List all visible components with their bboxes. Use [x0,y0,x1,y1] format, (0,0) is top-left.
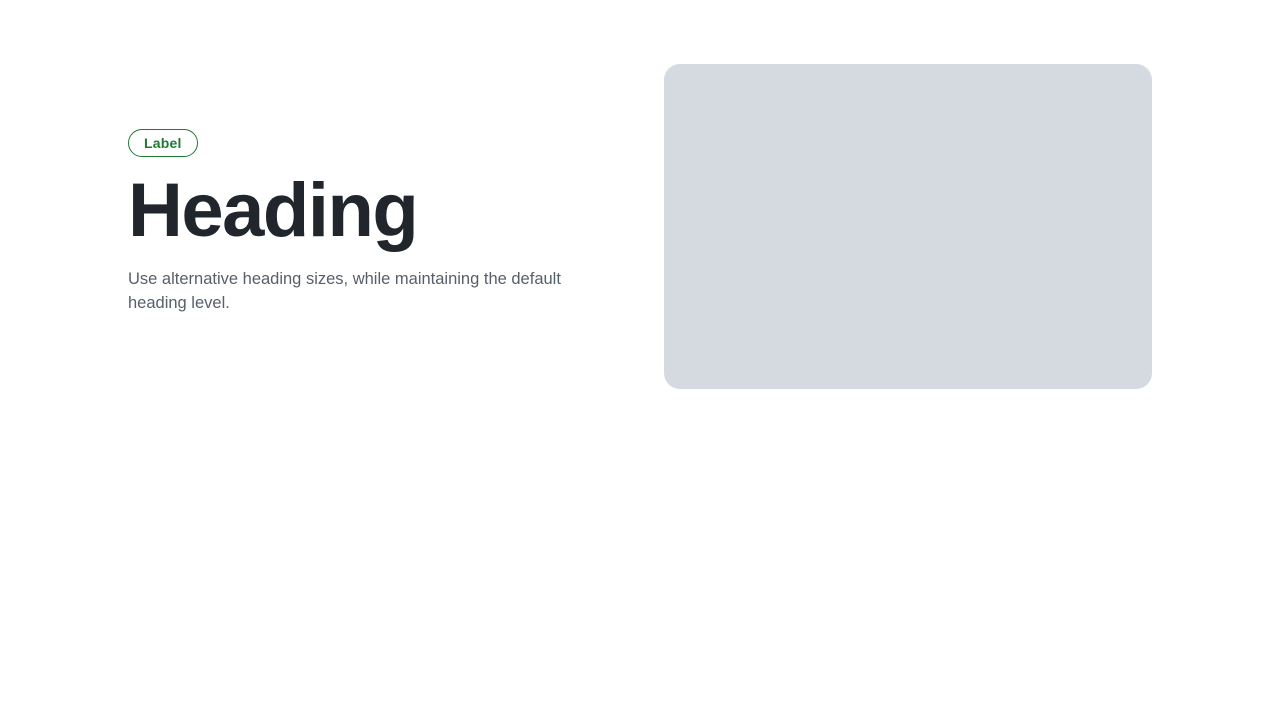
image-placeholder [664,64,1152,389]
label-badge: Label [128,128,198,157]
hero-section: Label Heading Use alternative heading si… [128,64,1152,389]
hero-description: Use alternative heading sizes, while mai… [128,269,561,312]
hero-content: Label Heading Use alternative heading si… [128,128,598,315]
hero-heading: Heading [128,167,419,253]
page: Label Heading Use alternative heading si… [0,0,1280,720]
